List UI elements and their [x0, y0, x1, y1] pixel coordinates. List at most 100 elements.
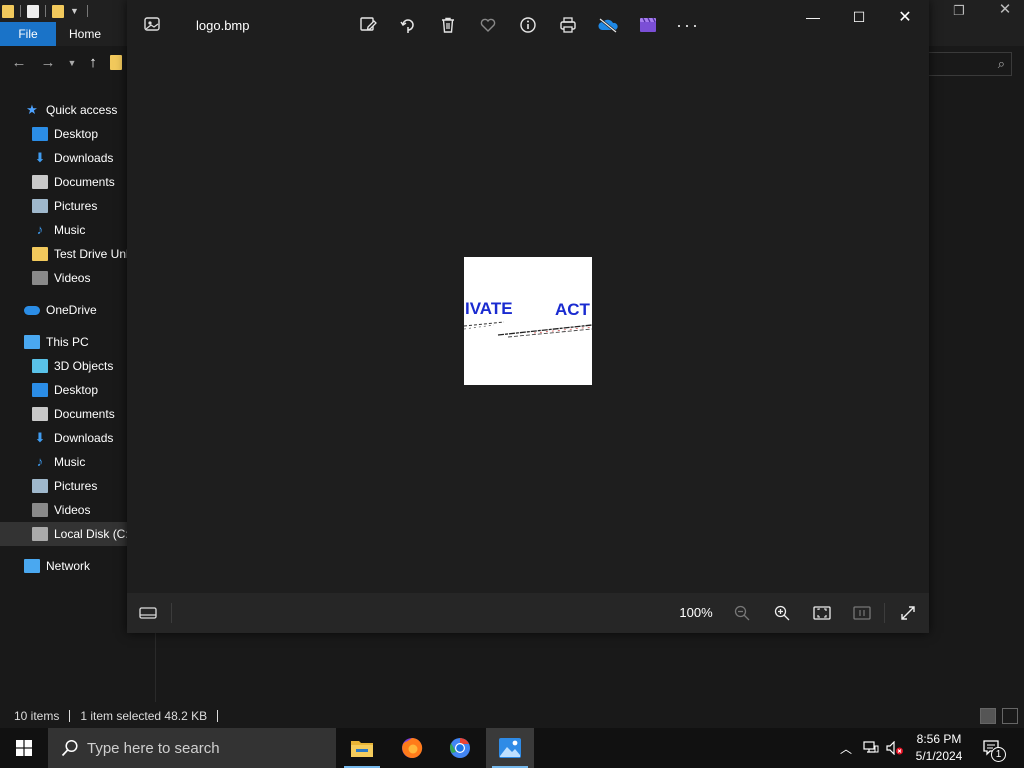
desktop-folder-icon: [32, 127, 48, 141]
clock-date: 5/1/2024: [915, 749, 963, 763]
nav-item-label: Music: [54, 455, 86, 469]
print-icon[interactable]: [556, 13, 580, 37]
up-arrow-icon[interactable]: ↑: [84, 54, 102, 72]
nav-item-label: Desktop: [54, 383, 99, 397]
status-divider: [217, 710, 219, 722]
desktop-folder-icon: [32, 383, 48, 397]
nav-item-label: OneDrive: [46, 303, 97, 317]
photo-filename: logo.bmp: [196, 18, 250, 33]
full-screen-icon[interactable]: [896, 601, 920, 625]
start-button[interactable]: [0, 728, 48, 768]
taskbar-firefox[interactable]: [388, 728, 436, 768]
nav-item-label: Downloads: [54, 151, 114, 165]
restore-icon[interactable]: ❐: [950, 3, 968, 19]
zoom-level[interactable]: 100%: [673, 605, 719, 620]
clock-time: 8:56 PM: [916, 732, 962, 746]
toolbar-divider: [20, 5, 21, 17]
desktop: ▼ ❐ ✕ ⌄ ? File Home ← → ▼ ↑ ⌕ ★Quick acc…: [0, 0, 1024, 768]
tab-home[interactable]: Home: [56, 22, 114, 46]
selection-info: 1 item selected 48.2 KB: [80, 709, 208, 723]
info-icon[interactable]: [516, 13, 540, 37]
fit-to-window-icon[interactable]: [810, 601, 834, 625]
view-toggle: [980, 708, 1018, 724]
toolbar-divider: [86, 5, 88, 17]
edit-image-icon[interactable]: [356, 13, 380, 37]
taskbar-chrome[interactable]: [436, 728, 484, 768]
logo-image: IVATE ACT: [464, 257, 592, 385]
forward-arrow-icon[interactable]: →: [39, 54, 57, 72]
notification-badge: 1: [991, 747, 1006, 762]
folder-icon: [32, 247, 48, 261]
music-note-icon: ♪: [36, 454, 44, 469]
nav-item-label: Videos: [54, 271, 91, 285]
tab-file[interactable]: File: [0, 22, 56, 46]
nav-item-label: Pictures: [54, 199, 98, 213]
file-explorer-icon: [351, 741, 373, 757]
explorer-search-box[interactable]: ⌕: [928, 52, 1012, 76]
search-placeholder: Type here to search: [87, 739, 220, 757]
customize-toolbar-chevron-icon[interactable]: ▼: [70, 6, 79, 16]
nav-item-label: Network: [46, 559, 91, 573]
close-icon[interactable]: ✕: [996, 2, 1014, 18]
new-folder-icon[interactable]: [52, 4, 64, 18]
delete-icon[interactable]: [436, 13, 460, 37]
computer-icon: [24, 335, 40, 349]
taskbar-photos[interactable]: [486, 728, 534, 768]
volume-muted-icon[interactable]: [886, 741, 904, 755]
nav-item-label: Downloads: [54, 431, 114, 445]
cube-icon: [32, 359, 48, 373]
photos-title-bar: logo.bmp ··· — ☐ ✕: [127, 0, 929, 50]
onedrive-offline-icon[interactable]: [596, 13, 620, 37]
recent-locations-chevron-icon[interactable]: ▼: [63, 54, 81, 72]
address-folder-icon[interactable]: [110, 55, 122, 70]
nav-item-label: Documents: [54, 407, 115, 421]
documents-icon: [32, 175, 48, 189]
pictures-icon: [32, 199, 48, 213]
details-view-icon[interactable]: [980, 708, 996, 724]
zoom-in-icon[interactable]: [770, 601, 794, 625]
nav-item[interactable]: Local Disk (C:): [0, 522, 128, 546]
taskbar: Type here to search ︿ 8:56 PM 5/1/2024 1: [0, 728, 1024, 768]
logo-swoosh: [464, 321, 592, 338]
taskbar-search-box[interactable]: Type here to search: [48, 728, 336, 768]
logo-text-left: IVATE: [465, 299, 513, 318]
status-bar: 10 items 1 item selected 48.2 KB: [0, 704, 1024, 728]
close-button[interactable]: ✕: [882, 5, 928, 29]
nav-item-label: Music: [54, 223, 86, 237]
back-arrow-icon[interactable]: ←: [10, 54, 28, 72]
taskbar-file-explorer[interactable]: [338, 728, 386, 768]
large-icons-view-icon[interactable]: [1002, 708, 1018, 724]
bottom-bar-divider: [884, 603, 885, 623]
photos-bottom-bar: 100%: [127, 593, 929, 633]
toolbar-divider: [45, 5, 46, 17]
star-icon: ★: [26, 102, 38, 117]
favorite-heart-icon[interactable]: [476, 13, 500, 37]
video-editor-icon[interactable]: [636, 13, 660, 37]
rotate-icon[interactable]: [396, 13, 420, 37]
see-all-photos-icon[interactable]: [143, 15, 161, 33]
windows-logo-icon: [16, 740, 32, 756]
network-status-icon[interactable]: [863, 741, 879, 755]
minimize-button[interactable]: —: [790, 5, 836, 29]
nav-item-label: Pictures: [54, 479, 98, 493]
pictures-icon: [32, 479, 48, 493]
firefox-icon: [402, 737, 423, 758]
more-options-icon[interactable]: ···: [676, 13, 700, 37]
music-note-icon: ♪: [36, 222, 44, 237]
nav-item-label: 3D Objects: [54, 359, 114, 373]
show-hidden-icons-chevron-icon[interactable]: ︿: [840, 740, 852, 757]
zoom-out-icon[interactable]: [730, 601, 754, 625]
maximize-button[interactable]: ☐: [836, 5, 882, 29]
item-count: 10 items: [14, 709, 60, 723]
action-center-button[interactable]: 1: [978, 736, 1008, 762]
search-icon: ⌕: [997, 56, 1005, 71]
filmstrip-icon[interactable]: [136, 601, 160, 625]
photos-viewer-window: logo.bmp ··· — ☐ ✕ IVATE ACT 100%: [127, 0, 929, 633]
nav-item-label: Documents: [54, 175, 115, 189]
system-clock[interactable]: 8:56 PM 5/1/2024: [904, 731, 974, 765]
properties-icon[interactable]: [27, 4, 39, 18]
nav-item-label: Videos: [54, 503, 91, 517]
actual-size-icon[interactable]: [850, 601, 874, 625]
drive-icon: [32, 527, 48, 541]
documents-icon: [32, 407, 48, 421]
